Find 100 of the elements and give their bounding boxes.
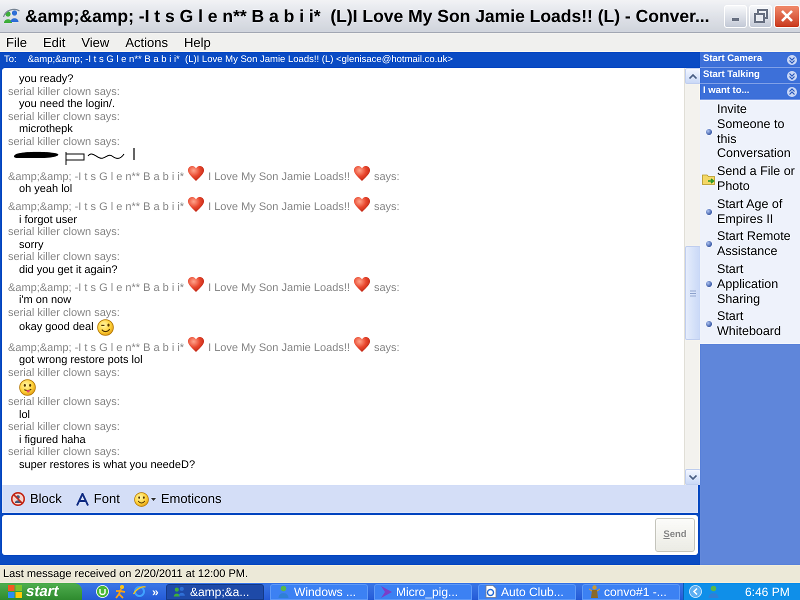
start-button[interactable]: start	[0, 583, 82, 600]
recipient-text: &amp;&amp; -I t s G l e n** B a b i i* (L)I Love My Son Jamie Loads!! (L) <glenisace@hotmail.co.uk>	[28, 52, 453, 67]
people-icon	[3, 8, 20, 24]
font-button[interactable]: Font	[76, 489, 120, 509]
bullet-icon	[706, 128, 712, 135]
panel-header[interactable]: Start Talking	[700, 68, 800, 84]
person-icon	[277, 585, 290, 598]
bullet-icon	[706, 281, 712, 288]
sender-text: says:	[374, 170, 400, 183]
web-page-icon	[485, 585, 497, 598]
taskbar-button[interactable]: convo#1 -...	[582, 584, 680, 600]
window-title: &amp;&amp; -I t s G l e n** B a b i i* (L)I Love My Son Jamie Loads!! (L) - Conver...	[25, 4, 711, 28]
caret-icon	[150, 498, 156, 500]
close-button[interactable]	[774, 4, 800, 28]
task-link[interactable]: Start Remote Assistance	[700, 229, 800, 259]
sender-text: I Love My Son Jamie Loads!!	[208, 201, 350, 214]
sender-text: I Love My Son Jamie Loads!!	[208, 342, 350, 354]
heart-icon	[354, 337, 370, 352]
taskbar-button[interactable]: &amp;&a...	[166, 584, 264, 600]
task-link[interactable]: Start Age of Empires II	[700, 196, 800, 226]
sender-text: says:	[374, 282, 400, 294]
sender-text: serial killer clown says:	[8, 251, 120, 264]
running-man-icon[interactable]	[115, 584, 127, 598]
restore-icon	[754, 9, 768, 23]
sender-text: &amp;&amp; -I t s G l e n** B a b i i*	[8, 282, 184, 294]
scroll-down-button[interactable]	[685, 469, 701, 485]
sender-text: I Love My Son Jamie Loads!!	[208, 282, 350, 294]
block-button[interactable]: Block	[11, 489, 62, 509]
scrollbar-thumb[interactable]	[685, 246, 701, 340]
message-text: i figured haha	[19, 434, 86, 446]
panel-header[interactable]: I want to...	[700, 84, 800, 100]
overflow-button[interactable]: »	[152, 584, 159, 598]
menu-item[interactable]: Actions	[125, 32, 168, 52]
sender-text: serial killer clown says:	[8, 396, 120, 408]
sender-text: I Love My Son Jamie Loads!!	[208, 170, 350, 183]
message-text: i forgot user	[19, 214, 78, 226]
message-text: you ready?	[19, 73, 74, 86]
sender-text: serial killer clown says:	[8, 136, 120, 148]
message-text: lol	[19, 408, 30, 421]
tongue-emoticon-icon	[19, 379, 36, 396]
minimize-icon	[732, 18, 739, 20]
block-icon	[11, 492, 25, 506]
menu-item[interactable]: File	[6, 32, 27, 52]
collapse-icon	[787, 86, 797, 96]
windows-flag-icon	[8, 585, 22, 598]
people-icon	[173, 585, 186, 598]
sender-text: serial killer clown says:	[8, 366, 120, 379]
menu-item[interactable]: View	[81, 32, 110, 52]
round-logo-icon[interactable]	[96, 585, 109, 598]
message-text: sorry	[19, 238, 44, 251]
sender-text: serial killer clown says:	[8, 110, 120, 123]
bullet-icon	[706, 321, 712, 328]
menu-item[interactable]: Help	[184, 32, 211, 52]
left-chevron-icon[interactable]	[689, 585, 702, 598]
emoticons-button[interactable]: Emoticons	[134, 489, 222, 509]
task-link[interactable]: Invite Someone to this Conversation	[700, 102, 800, 162]
heart-icon	[354, 166, 370, 181]
task-link[interactable]: Send a File or Photo	[700, 164, 800, 194]
sender-text: says:	[374, 342, 400, 354]
menu-item[interactable]: Edit	[42, 32, 66, 52]
heart-icon	[354, 196, 370, 212]
message-text: i'm on now	[19, 294, 72, 306]
figure-icon	[589, 585, 600, 598]
scroll-up-button[interactable]	[685, 68, 701, 84]
taskbar-button[interactable]: Micro_pig...	[374, 584, 472, 600]
to-label: To:	[4, 52, 17, 67]
message-text: microthepk	[19, 123, 73, 136]
smiley-icon	[134, 492, 149, 506]
heart-icon	[188, 277, 204, 292]
heart-icon	[354, 277, 370, 292]
expand-icon	[787, 54, 797, 64]
bullet-icon	[706, 241, 712, 248]
scrollbar-track[interactable]	[684, 68, 700, 485]
sender-text: says:	[374, 201, 400, 214]
heart-icon	[188, 166, 204, 181]
message-text: okay good deal	[19, 321, 94, 334]
restore-button[interactable]	[749, 4, 772, 28]
bullet-icon	[706, 208, 712, 215]
sender-text: serial killer clown says:	[8, 446, 120, 458]
status-bar: Last message received on 2/20/2011 at 12:00 PM.	[0, 565, 800, 583]
heart-icon	[188, 196, 204, 212]
minimize-button[interactable]	[724, 4, 747, 28]
sender-text: serial killer clown says:	[8, 306, 120, 319]
wink-emoticon-icon	[96, 319, 114, 336]
task-link[interactable]: Start Whiteboard	[700, 309, 800, 339]
message-text: did you get it again?	[19, 264, 118, 276]
globe-icon[interactable]	[133, 585, 146, 598]
letter-a-icon	[76, 492, 89, 506]
task-link[interactable]: Start Application Sharing	[700, 262, 800, 306]
message-input[interactable]	[2, 515, 698, 555]
message-text: got wrong restore pots lol	[19, 354, 143, 366]
taskbar-button[interactable]: Windows ...	[270, 584, 368, 600]
message-text: you need the login/.	[19, 98, 116, 110]
message-text: super restores is what you needeD?	[19, 458, 196, 471]
sender-text: serial killer clown says:	[8, 226, 120, 238]
panel-header[interactable]: Start Camera	[700, 52, 800, 68]
grip-icon	[690, 290, 696, 296]
sender-text: serial killer clown says:	[8, 86, 120, 98]
taskbar-button[interactable]: Auto Club...	[478, 584, 576, 600]
arrow-icon	[381, 586, 392, 598]
